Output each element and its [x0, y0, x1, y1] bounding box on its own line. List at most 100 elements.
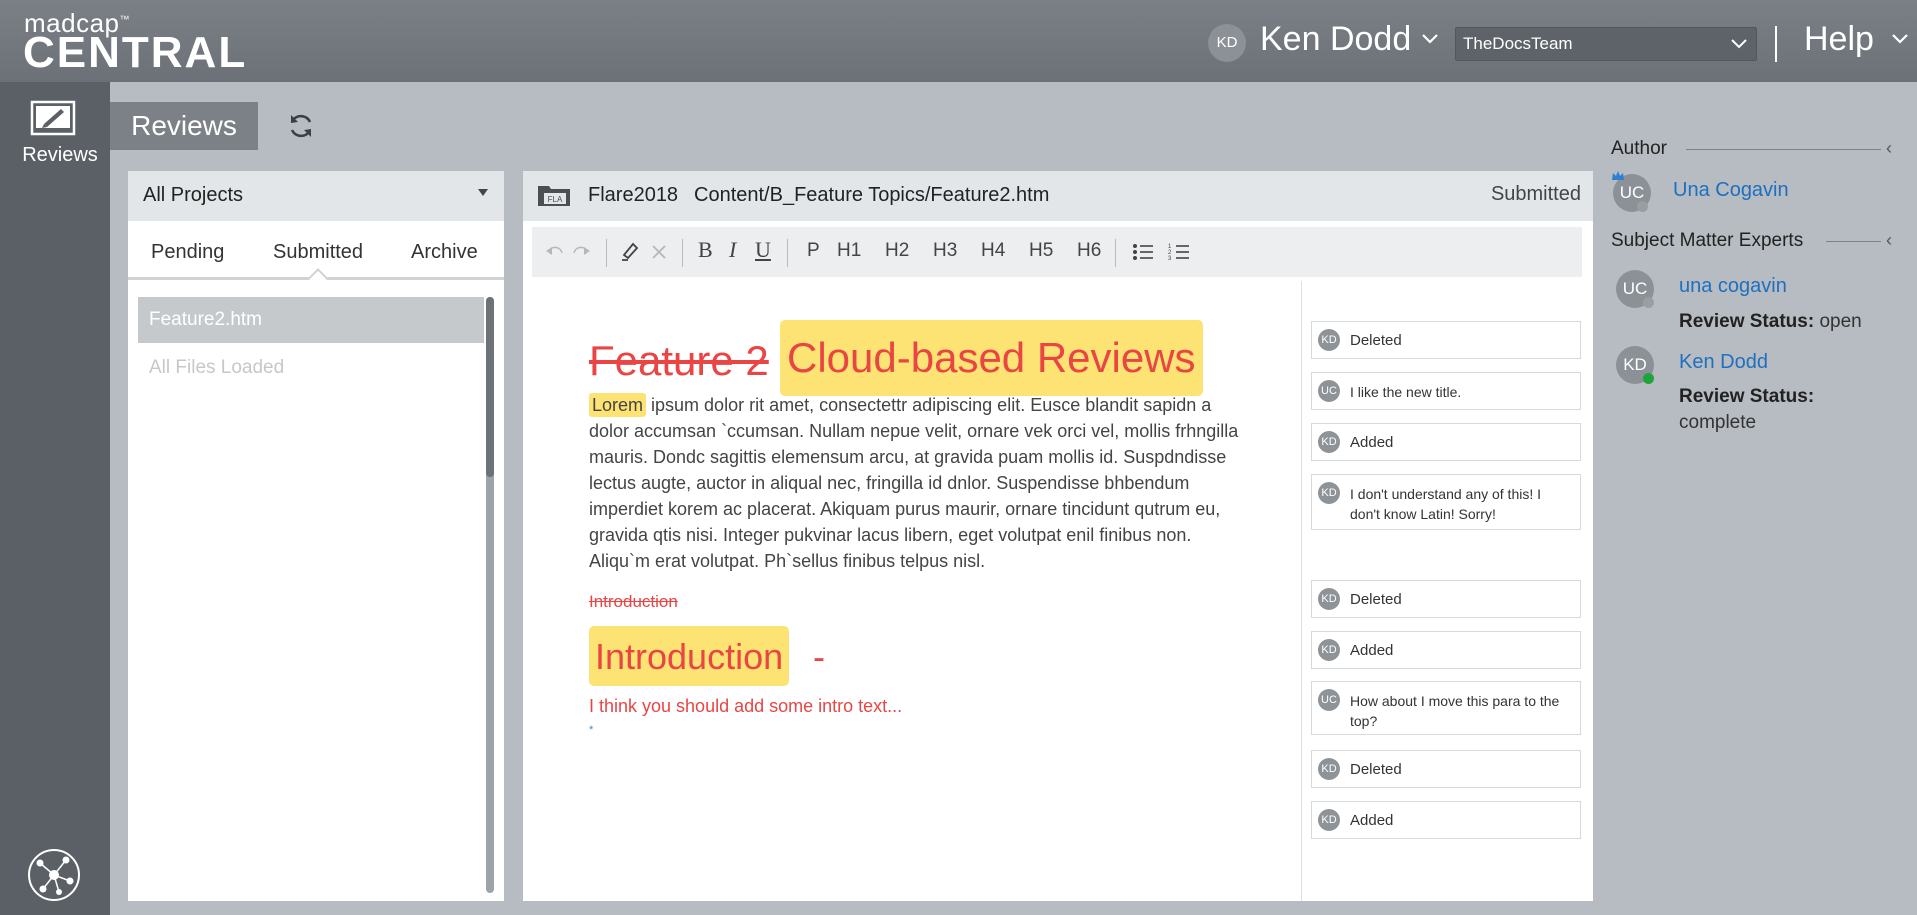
comment-text: Deleted — [1350, 332, 1402, 349]
svg-text:3: 3 — [1168, 256, 1172, 262]
comment-card[interactable]: KD I don't understand any of this! I don… — [1311, 474, 1581, 530]
comment-text: Added — [1350, 812, 1394, 829]
document-panel: FLA Flare2018 Content/B_Feature Topics/F… — [523, 171, 1593, 901]
tab-archive[interactable]: Archive — [411, 241, 478, 264]
comment-text: Deleted — [1350, 761, 1402, 778]
expert-review-status: Review Status: open — [1679, 309, 1862, 335]
expert-review-status: Review Status: complete — [1679, 384, 1814, 436]
bold-button[interactable]: B — [698, 237, 713, 263]
comment-card[interactable]: KD Deleted — [1311, 580, 1581, 618]
numbered-list-icon[interactable]: 1 2 3 — [1168, 242, 1190, 262]
comment-text: Deleted — [1350, 591, 1402, 608]
clear-format-icon[interactable] — [650, 243, 668, 261]
expert-name[interactable]: una cogavin — [1679, 275, 1787, 298]
h1-button[interactable]: H1 — [837, 240, 861, 262]
paragraph-text: ipsum dolor rit amet, consectettr adipis… — [589, 395, 1239, 571]
toolbar-divider — [682, 239, 683, 267]
status-label: Review Status: — [1679, 311, 1815, 332]
review-list-panel: All Projects Pending Submitted Archive F… — [128, 171, 504, 901]
comment-text: I don't understand any of this! I don't … — [1350, 486, 1542, 522]
presence-dot — [1637, 201, 1648, 212]
h2-button[interactable]: H2 — [885, 240, 909, 262]
chevron-down-icon — [1731, 39, 1747, 49]
header-divider — [1775, 26, 1777, 62]
rail-label-reviews: Reviews — [22, 144, 98, 166]
italic-button[interactable]: I — [729, 237, 736, 263]
tab-pending[interactable]: Pending — [151, 241, 224, 264]
list-item[interactable]: Feature2.htm — [138, 297, 484, 343]
added-heading[interactable]: Introduction — [589, 626, 790, 686]
comment-card[interactable]: KD Deleted — [1311, 750, 1581, 788]
file-path: Content/B_Feature Topics/Feature2.htm — [694, 184, 1050, 206]
comment-text: I like the new title. — [1350, 384, 1462, 400]
comment-marker[interactable]: * — [589, 724, 593, 736]
undo-icon[interactable] — [544, 243, 564, 259]
comment-card[interactable]: KD Deleted — [1311, 321, 1581, 359]
paragraph-button[interactable]: P — [807, 240, 820, 262]
project-select[interactable]: All Projects — [128, 171, 504, 221]
added-text[interactable]: I think you should add some intro text..… — [589, 696, 902, 717]
comment-text: Added — [1350, 642, 1394, 659]
underline-button[interactable]: U — [755, 237, 771, 263]
deleted-dash[interactable]: - — [813, 626, 825, 688]
bullet-list-icon[interactable] — [1132, 242, 1154, 262]
refresh-icon[interactable] — [286, 111, 316, 141]
avatar: KD — [1318, 639, 1340, 661]
comment-text: How about I move this para to the top? — [1350, 693, 1560, 729]
h3-button[interactable]: H3 — [933, 240, 957, 262]
author-name[interactable]: Una Cogavin — [1673, 179, 1789, 202]
h4-button[interactable]: H4 — [981, 240, 1005, 262]
project-select-value: All Projects — [143, 184, 244, 206]
divider — [1686, 149, 1881, 150]
app-header: madcap™ CENTRAL KD Ken Dodd TheDocsTeam … — [0, 0, 1917, 82]
toolbar-divider — [606, 239, 607, 267]
tab-reviews[interactable]: Reviews — [110, 102, 258, 150]
h5-button[interactable]: H5 — [1029, 240, 1053, 262]
crown-icon — [1612, 171, 1624, 180]
document-body[interactable]: Feature 2 Cloud-based Reviews Lorem ipsu… — [523, 281, 1301, 901]
highlighter-icon[interactable] — [619, 240, 641, 262]
author-heading: Author — [1611, 138, 1667, 159]
collapse-author-chevron-icon[interactable]: ‹ — [1886, 138, 1892, 159]
editor-toolbar: B I U P H1 H2 H3 H4 H5 H6 1 2 3 — [532, 227, 1582, 277]
added-title[interactable]: Cloud-based Reviews — [780, 320, 1203, 396]
avatar: KD — [1318, 431, 1340, 453]
logo-central: CENTRAL — [23, 28, 248, 77]
flare-project-icon: FLA — [538, 186, 570, 206]
sme-heading: Subject Matter Experts — [1611, 230, 1804, 251]
caret-down-icon — [478, 189, 488, 196]
scrollbar-thumb[interactable] — [486, 297, 494, 477]
file-name: Feature2.htm — [149, 309, 262, 330]
document-header: FLA Flare2018 Content/B_Feature Topics/F… — [523, 171, 1593, 221]
comment-card[interactable]: UC How about I move this para to the top… — [1311, 681, 1581, 735]
user-name[interactable]: Ken Dodd — [1260, 20, 1411, 59]
body-paragraph[interactable]: Lorem ipsum dolor rit amet, consectettr … — [589, 392, 1239, 574]
avatar: KD — [1318, 329, 1340, 351]
deleted-title[interactable]: Feature 2 — [589, 337, 769, 385]
status-label: Review Status: — [1679, 386, 1815, 407]
comment-card[interactable]: KD Added — [1311, 423, 1581, 461]
comment-card[interactable]: KD Added — [1311, 631, 1581, 669]
comment-card[interactable]: KD Added — [1311, 801, 1581, 839]
status-value: open — [1819, 311, 1862, 332]
project-name: Flare2018 — [588, 184, 679, 206]
h6-button[interactable]: H6 — [1077, 240, 1101, 262]
deleted-heading[interactable]: Introduction — [589, 592, 678, 612]
expert-name[interactable]: Ken Dodd — [1679, 351, 1768, 374]
collapse-sme-chevron-icon[interactable]: ‹ — [1886, 230, 1892, 251]
comment-text: Added — [1350, 434, 1394, 451]
toolbar-divider — [1115, 239, 1116, 267]
redo-icon[interactable] — [572, 243, 592, 259]
divider — [1826, 241, 1881, 242]
tab-submitted[interactable]: Submitted — [273, 241, 363, 264]
help-menu[interactable]: Help — [1804, 20, 1874, 59]
user-menu-chevron-icon[interactable] — [1420, 28, 1440, 48]
help-chevron-icon[interactable] — [1890, 28, 1910, 48]
comment-card[interactable]: UC I like the new title. — [1311, 372, 1581, 410]
highlighted-word[interactable]: Lorem — [589, 393, 647, 417]
team-select[interactable]: TheDocsTeam — [1455, 27, 1757, 61]
network-icon[interactable] — [26, 847, 82, 903]
presence-dot — [1643, 373, 1654, 384]
avatar: UC — [1318, 380, 1340, 402]
user-avatar[interactable]: KD — [1208, 24, 1246, 62]
